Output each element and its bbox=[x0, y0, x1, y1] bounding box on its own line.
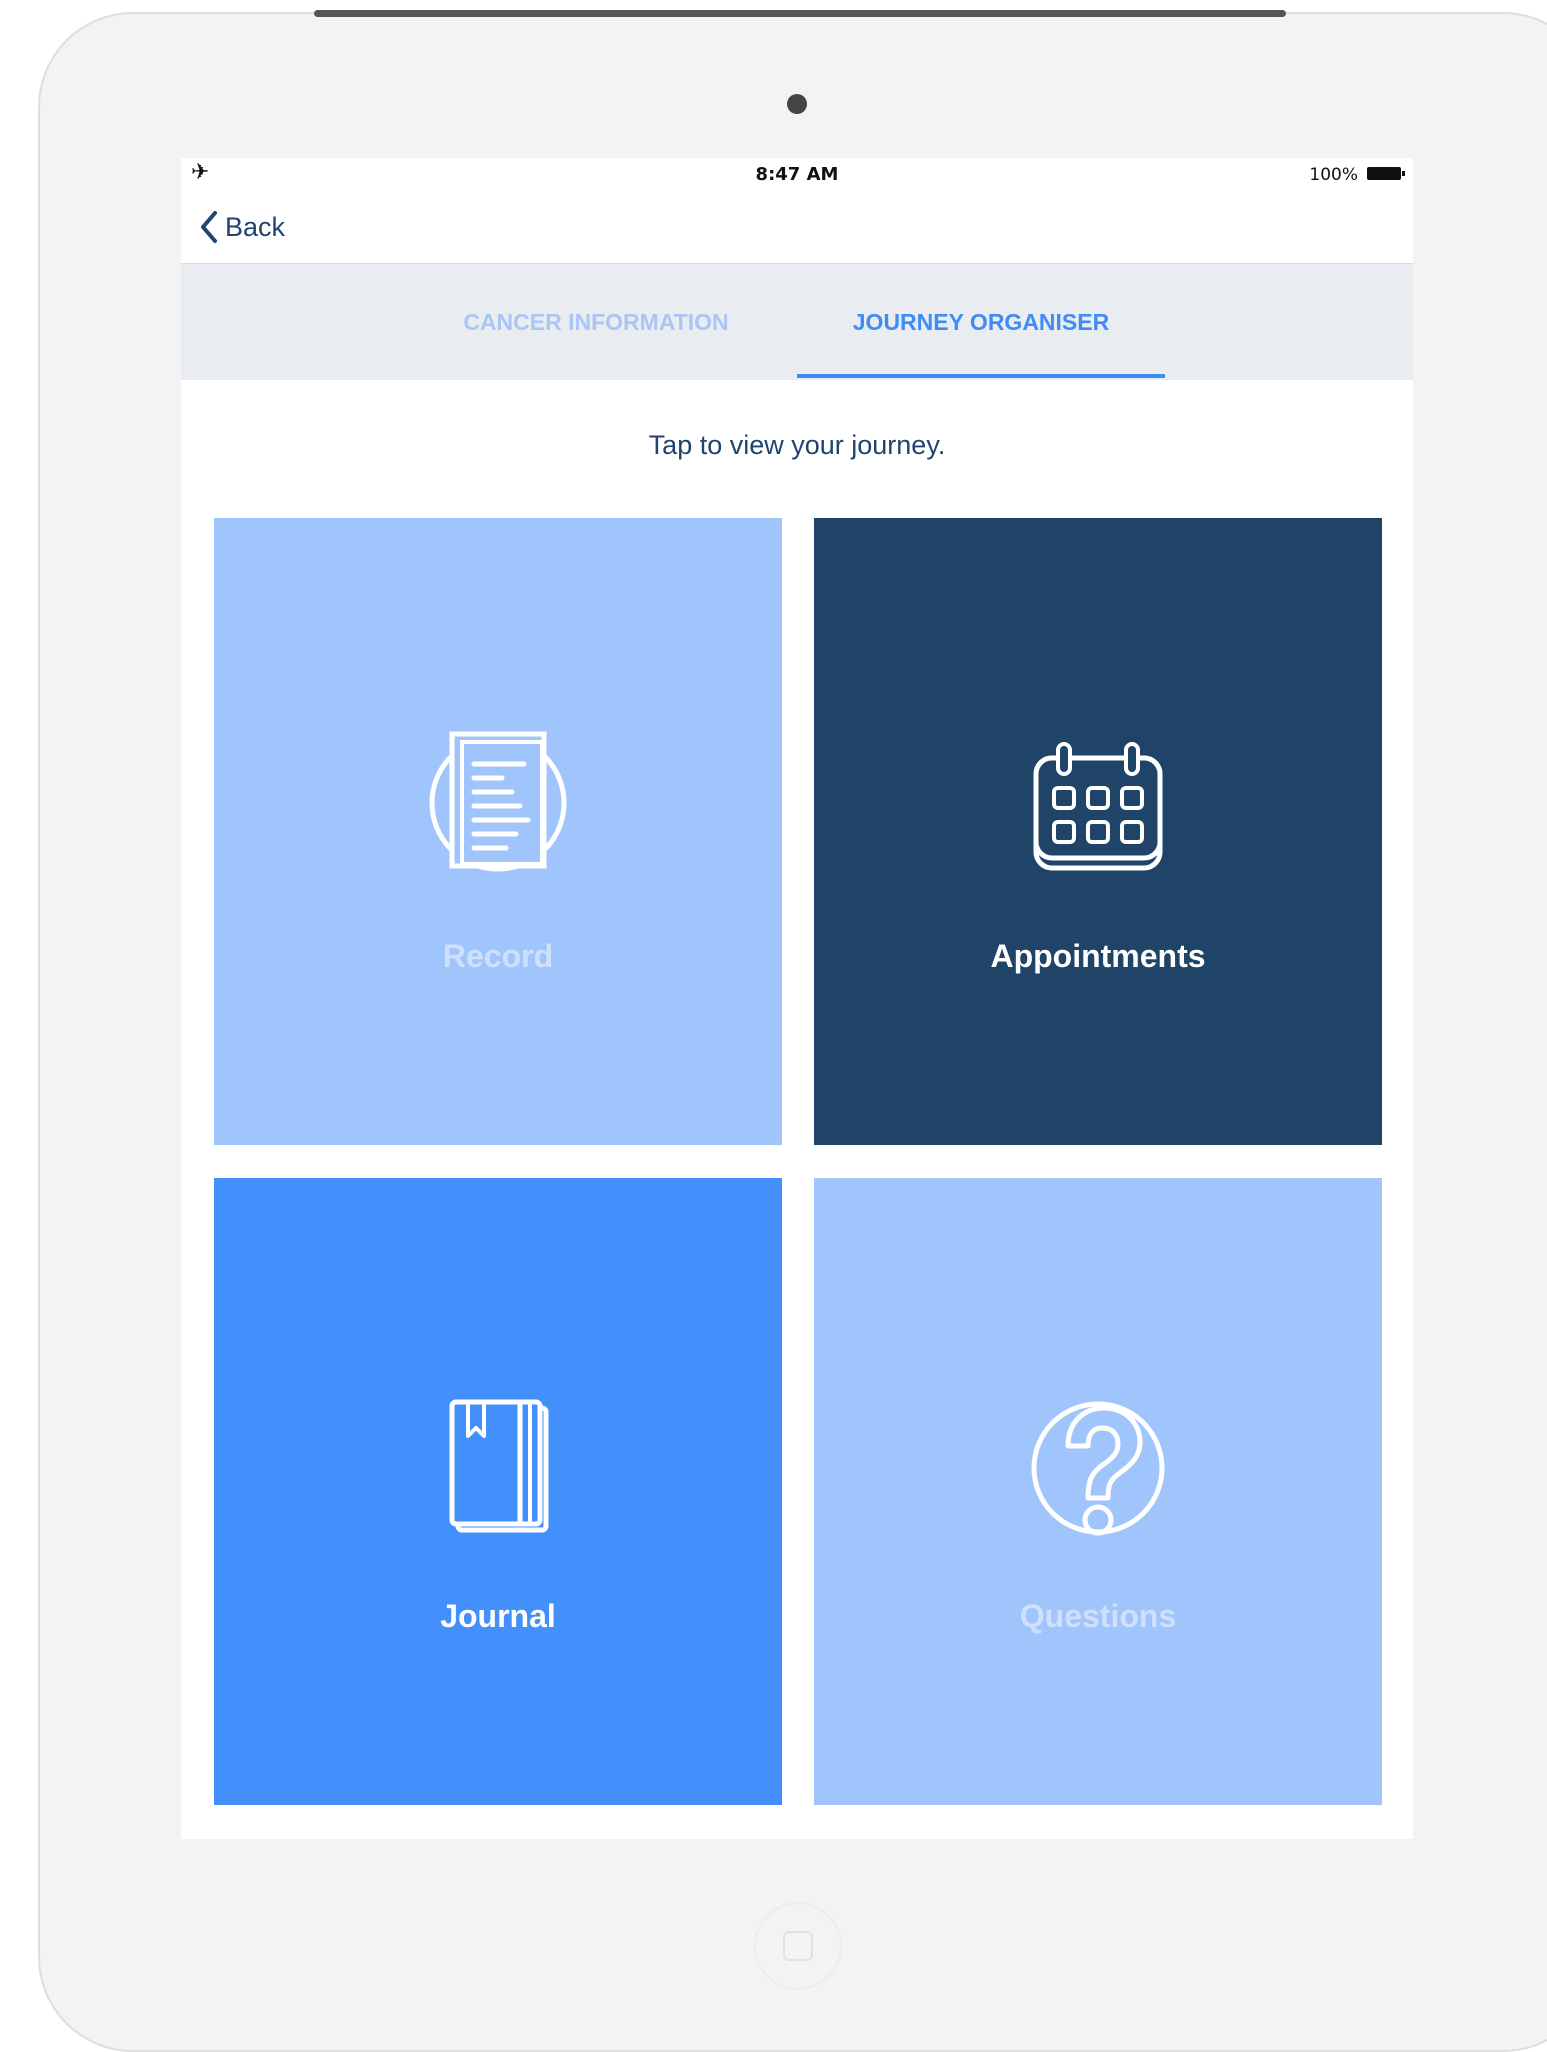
question-icon bbox=[1031, 1401, 1165, 1536]
home-square-icon bbox=[783, 1931, 813, 1961]
record-label: Record bbox=[442, 938, 554, 974]
journal-tile[interactable]: Journal bbox=[214, 1178, 782, 1805]
tab-bar: CANCER INFORMATION JOURNEY ORGANISER bbox=[181, 264, 1413, 380]
book-icon bbox=[449, 1399, 549, 1533]
active-tab-indicator bbox=[797, 374, 1165, 378]
status-bar: ✈ 8:47 AM 100% bbox=[181, 158, 1413, 192]
appointments-tile[interactable]: Appointments bbox=[814, 518, 1382, 1145]
status-time: 8:47 AM bbox=[755, 164, 839, 185]
battery-percent: 100% bbox=[1309, 165, 1358, 185]
journal-label: Journal bbox=[440, 1598, 556, 1634]
navigation-bar: Back bbox=[181, 192, 1413, 264]
calendar-icon bbox=[1033, 742, 1163, 871]
tab-journey-organiser[interactable]: JOURNEY ORGANISER bbox=[797, 264, 1165, 380]
battery-icon bbox=[1367, 167, 1405, 180]
camera bbox=[787, 94, 807, 114]
back-label: Back bbox=[225, 211, 286, 242]
record-tile[interactable]: Record bbox=[214, 518, 782, 1145]
document-icon bbox=[429, 731, 567, 872]
questions-tile[interactable]: Questions bbox=[814, 1178, 1382, 1805]
page-subtitle: Tap to view your journey. bbox=[648, 430, 946, 460]
tablet-top-edge bbox=[314, 10, 1286, 17]
app-screen: ✈ 8:47 AM 100% Back CANCER INFORMATION J… bbox=[181, 158, 1413, 1839]
home-button[interactable] bbox=[754, 1902, 842, 1990]
tab-cancer-information[interactable]: CANCER INFORMATION bbox=[451, 264, 741, 380]
chevron-left-icon bbox=[201, 211, 217, 243]
back-button[interactable]: Back bbox=[199, 210, 285, 244]
questions-label: Questions bbox=[1019, 1598, 1177, 1634]
appointments-label: Appointments bbox=[990, 938, 1206, 974]
